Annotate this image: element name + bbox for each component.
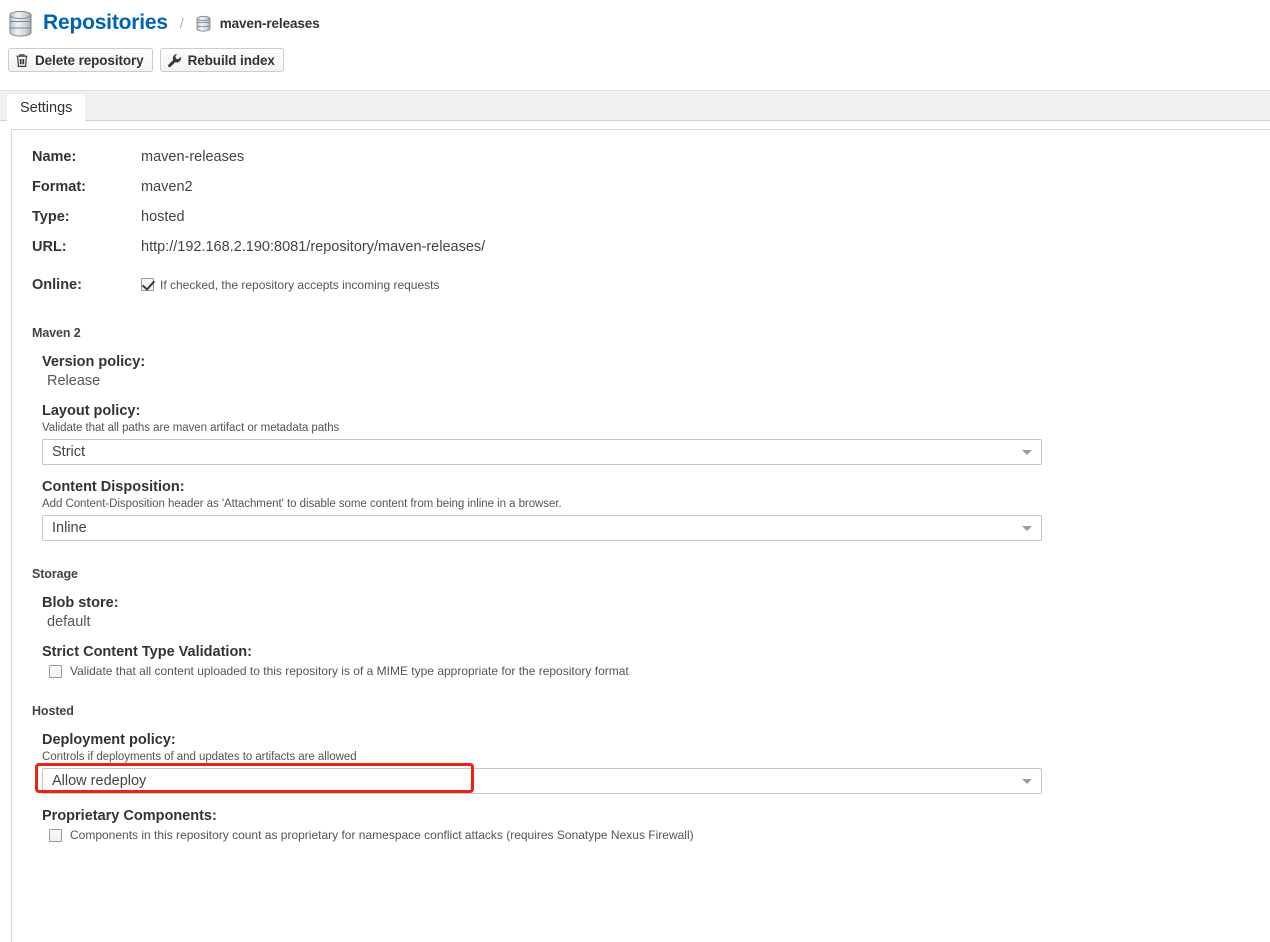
layout-policy-label: Layout policy:: [42, 403, 141, 419]
url-value: http://192.168.2.190:8081/repository/mav…: [141, 239, 486, 255]
online-checkbox[interactable]: [141, 278, 154, 291]
tab-settings-label: Settings: [20, 99, 73, 116]
proprietary-components-help: Components in this repository count as p…: [70, 828, 694, 842]
settings-panel: Name: maven-releases Format: maven2 Type…: [11, 129, 1270, 942]
breadcrumb-leaf-label: maven-releases: [219, 15, 320, 31]
chevron-down-icon: [1022, 450, 1032, 455]
delete-repository-button[interactable]: Delete repository: [8, 48, 153, 72]
strict-content-type-checkbox[interactable]: [49, 664, 62, 678]
tab-settings[interactable]: Settings: [7, 94, 86, 121]
summary-row-name: Name: maven-releases: [12, 149, 1270, 179]
section-title-storage: Storage: [32, 567, 78, 581]
name-label: Name:: [32, 149, 77, 165]
tab-bar: Settings: [0, 90, 1270, 121]
content-disposition-selected-value: Inline: [52, 520, 87, 536]
section-title-maven2: Maven 2: [32, 326, 81, 340]
summary-row-url: URL: http://192.168.2.190:8081/repositor…: [12, 239, 1270, 269]
deployment-policy-label: Deployment policy:: [42, 732, 176, 748]
summary-row-online: Online: If checked, the repository accep…: [12, 269, 1270, 300]
deployment-policy-selected-value: Allow redeploy: [52, 773, 147, 789]
field-strict-content-type: Strict Content Type Validation: Validate…: [12, 644, 1270, 678]
deployment-policy-help: Controls if deployments of and updates t…: [42, 751, 357, 763]
blob-store-label: Blob store:: [42, 595, 119, 611]
rebuild-index-label: Rebuild index: [187, 52, 275, 68]
version-policy-label: Version policy:: [42, 354, 146, 370]
field-blob-store: Blob store: default: [12, 595, 1270, 630]
layout-policy-select[interactable]: Strict: [42, 439, 1042, 465]
trash-icon: [15, 53, 29, 68]
rebuild-index-button[interactable]: Rebuild index: [159, 48, 284, 72]
blob-store-value: default: [47, 614, 91, 630]
layout-policy-selected-value: Strict: [52, 444, 86, 460]
toolbar: Delete repository Rebuild index: [0, 48, 1270, 76]
database-icon: [7, 9, 34, 37]
name-value: maven-releases: [141, 149, 245, 165]
breadcrumb-separator: /: [179, 15, 184, 31]
type-label: Type:: [32, 209, 70, 225]
section-title-hosted: Hosted: [32, 704, 74, 718]
chevron-down-icon: [1022, 779, 1032, 784]
layout-policy-select-wrap: Strict: [42, 439, 1042, 465]
format-value: maven2: [141, 179, 193, 195]
version-policy-value: Release: [47, 373, 101, 389]
wrench-icon: [167, 53, 182, 68]
content-disposition-select-wrap: Inline: [42, 515, 1042, 541]
database-icon-small: [195, 15, 212, 32]
field-proprietary-components: Proprietary Components: Components in th…: [12, 808, 1270, 842]
online-help-text: If checked, the repository accepts incom…: [160, 277, 440, 292]
field-content-disposition: Content Disposition: Add Content-Disposi…: [12, 479, 1270, 541]
deployment-policy-select[interactable]: Allow redeploy: [42, 768, 1042, 794]
summary-row-format: Format: maven2: [12, 179, 1270, 209]
strict-content-type-label: Strict Content Type Validation:: [42, 644, 252, 660]
proprietary-components-checkbox[interactable]: [49, 828, 62, 842]
proprietary-components-label: Proprietary Components:: [42, 808, 217, 824]
content-disposition-select[interactable]: Inline: [42, 515, 1042, 541]
summary-row-type: Type: hosted: [12, 209, 1270, 239]
online-label: Online:: [32, 276, 82, 293]
chevron-down-icon: [1022, 526, 1032, 531]
strict-content-type-row: Validate that all content uploaded to th…: [42, 664, 1270, 678]
content-disposition-help: Add Content-Disposition header as 'Attac…: [42, 498, 562, 510]
format-label: Format:: [32, 179, 86, 195]
field-layout-policy: Layout policy: Validate that all paths a…: [12, 403, 1270, 465]
proprietary-components-row: Components in this repository count as p…: [42, 828, 1270, 842]
type-value: hosted: [141, 209, 185, 225]
url-label: URL:: [32, 239, 67, 255]
deployment-policy-select-wrap: Allow redeploy: [35, 763, 1042, 794]
breadcrumb: Repositories / maven-releases: [0, 0, 1270, 46]
breadcrumb-root-link[interactable]: Repositories: [43, 11, 168, 35]
layout-policy-help: Validate that all paths are maven artifa…: [42, 422, 340, 434]
content-disposition-label: Content Disposition:: [42, 479, 185, 495]
strict-content-type-help: Validate that all content uploaded to th…: [70, 664, 629, 678]
field-version-policy: Version policy: Release: [12, 354, 1270, 389]
delete-repository-label: Delete repository: [35, 52, 144, 68]
field-deployment-policy: Deployment policy: Controls if deploymen…: [12, 732, 1270, 794]
